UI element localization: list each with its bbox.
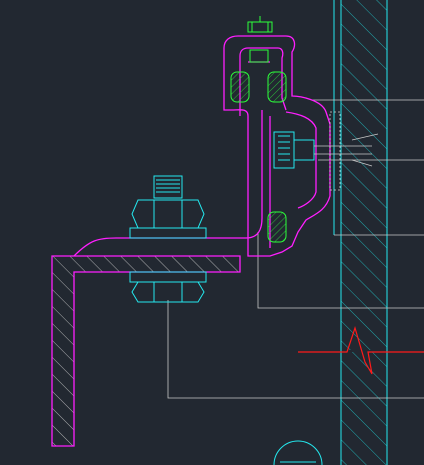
wall-slab	[333, 0, 388, 465]
section-symbol	[273, 440, 323, 465]
facade-bracket-section-drawing	[51, 0, 424, 465]
rubber-gaskets	[230, 71, 287, 243]
gasket-lower-right	[267, 211, 287, 243]
top-clip-bolt	[247, 16, 273, 33]
bolt-nut-assembly-lower	[129, 271, 207, 303]
bolt-nut-assembly-upper	[129, 175, 207, 239]
cad-drawing-canvas	[0, 0, 424, 465]
gasket-upper-right	[267, 71, 287, 103]
angle-bracket	[51, 110, 263, 447]
gasket-upper-left	[230, 71, 250, 103]
